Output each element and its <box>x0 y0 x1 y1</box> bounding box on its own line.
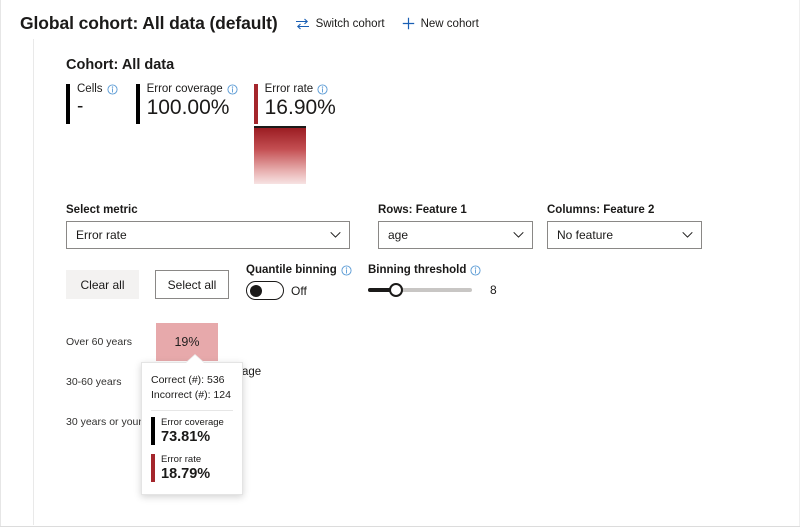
binning-threshold-slider[interactable] <box>368 283 472 297</box>
quantile-binning-toggle[interactable] <box>246 281 284 300</box>
tooltip-arrow <box>186 355 204 363</box>
tooltip-divider <box>151 409 233 411</box>
columns-feature2-label: Columns: Feature 2 <box>547 204 655 216</box>
new-cohort-label: New cohort <box>420 17 479 30</box>
stat-cells-bar <box>66 84 70 124</box>
binning-threshold-label: Binning threshold <box>368 264 467 276</box>
tooltip-error-coverage-value: 73.81% <box>161 429 211 446</box>
select-metric-dropdown[interactable]: Error rate <box>66 221 350 249</box>
info-icon[interactable] <box>341 264 352 276</box>
new-cohort-button[interactable]: New cohort <box>402 17 479 30</box>
header: Global cohort: All data (default) Switch… <box>20 13 479 34</box>
columns-feature2-field: Columns: Feature 2 No feature <box>547 204 702 249</box>
tooltip-stat-error-rate: Error rate 18.79% <box>151 453 233 484</box>
tooltip-incorrect-count: Incorrect (#): 124 <box>151 388 231 401</box>
select-all-button[interactable]: Select all <box>155 270 229 299</box>
stat-cells: Cells - <box>66 83 118 124</box>
quantile-binning-group: Quantile binning Off <box>246 264 352 300</box>
info-icon[interactable] <box>107 84 118 95</box>
stat-cells-label: Cells <box>77 83 103 95</box>
stat-error-rate: Error rate 16.90% <box>253 83 336 184</box>
quantile-binning-state: Off <box>291 283 307 298</box>
select-metric-label: Select metric <box>66 204 138 216</box>
tooltip-stat-error-coverage: Error coverage 73.81% <box>151 416 233 447</box>
tooltip-error-rate-value: 18.79% <box>161 465 211 482</box>
rows-feature1-label: Rows: Feature 1 <box>378 204 467 216</box>
stat-error-coverage: Error coverage 100.00% <box>135 83 238 124</box>
plus-icon <box>402 17 415 30</box>
info-icon[interactable] <box>317 84 328 95</box>
matrix-axis-label: age <box>242 366 262 378</box>
error-rate-gradient-bar <box>253 126 306 184</box>
select-metric-field: Select metric Error rate <box>66 204 350 249</box>
select-all-label: Select all <box>167 277 217 292</box>
quantile-binning-label: Quantile binning <box>246 264 337 276</box>
stat-error-coverage-value: 100.00% <box>146 95 230 119</box>
matrix-cell-tooltip: Correct (#): 536 Incorrect (#): 124 Erro… <box>141 355 243 496</box>
tooltip-error-coverage-label: Error coverage <box>161 416 224 428</box>
tooltip-error-rate-label: Error rate <box>161 453 202 465</box>
panel-divider <box>33 39 34 525</box>
stat-error-coverage-bar <box>135 84 140 124</box>
slider-thumb[interactable] <box>389 283 404 297</box>
cohort-stats: Cells - Error coverage 100.00% Error rat… <box>66 83 350 184</box>
toggle-knob <box>250 284 262 297</box>
columns-feature2-value: No feature <box>557 228 614 242</box>
swap-icon <box>295 18 310 30</box>
switch-cohort-label: Switch cohort <box>315 17 385 30</box>
info-icon[interactable] <box>470 264 481 276</box>
select-metric-value: Error rate <box>76 228 127 242</box>
stat-error-coverage-label: Error coverage <box>146 83 223 95</box>
binning-threshold-group: Binning threshold 8 <box>368 264 497 297</box>
cohort-title: Cohort: All data <box>66 57 175 73</box>
tooltip-error-coverage-bar <box>151 416 155 445</box>
clear-all-label: Clear all <box>80 277 125 292</box>
clear-all-button[interactable]: Clear all <box>66 270 139 299</box>
tooltip-error-rate-bar <box>151 453 155 482</box>
app-root: Global cohort: All data (default) Switch… <box>0 0 800 527</box>
binning-threshold-value: 8 <box>490 283 497 297</box>
stat-cells-value: - <box>77 95 84 117</box>
matrix-row-label: Over 60 years <box>66 336 132 348</box>
columns-feature2-dropdown[interactable]: No feature <box>547 221 702 249</box>
stat-error-rate-label: Error rate <box>264 83 314 95</box>
rows-feature1-field: Rows: Feature 1 age <box>378 204 533 249</box>
stat-error-rate-bar <box>253 84 258 124</box>
info-icon[interactable] <box>227 84 238 95</box>
tooltip-correct-count: Correct (#): 536 <box>151 374 225 386</box>
rows-feature1-value: age <box>388 228 409 242</box>
stat-error-rate-value: 16.90% <box>264 95 336 119</box>
switch-cohort-button[interactable]: Switch cohort <box>295 18 385 30</box>
page-title: Global cohort: All data (default) <box>20 13 278 33</box>
frame-left-border <box>0 0 1 527</box>
rows-feature1-dropdown[interactable]: age <box>378 221 533 249</box>
